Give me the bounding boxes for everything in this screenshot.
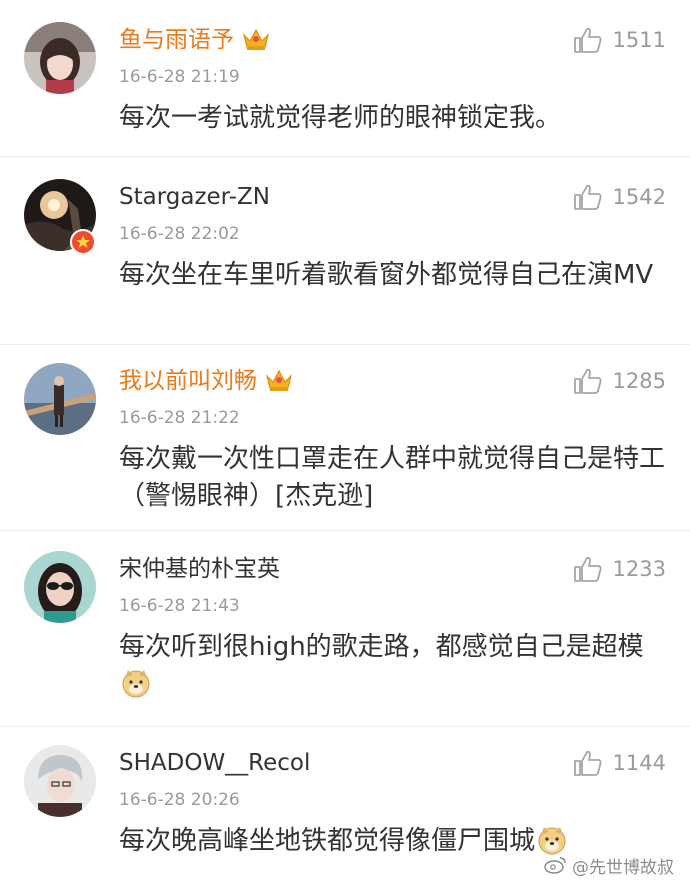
username-text[interactable]: 宋仲基的朴宝英: [119, 556, 280, 582]
comment-text: 每次坐在车里听着歌看窗外都觉得自己在演MV: [119, 260, 654, 290]
like-count: 1233: [612, 557, 666, 581]
username-text[interactable]: 鱼与雨语予: [119, 27, 234, 53]
avatar[interactable]: [24, 363, 96, 435]
comment-time: 16-6-28 21:43: [119, 596, 240, 616]
username[interactable]: 宋仲基的朴宝英: [119, 555, 280, 583]
avatar-boy-icon: [24, 745, 96, 817]
weibo-logo-icon: [544, 855, 568, 880]
list-item: 鱼与雨语予 16-6-28 21:19 每次一考试就觉得老师的眼神锁定我。 15…: [0, 0, 690, 157]
like-count: 1144: [612, 751, 666, 775]
like-count: 1285: [612, 369, 666, 393]
list-item: 宋仲基的朴宝英 16-6-28 21:43 每次听到很high的歌走路，都感觉自…: [0, 531, 690, 727]
comment-time: 16-6-28 20:26: [119, 790, 240, 810]
like-button[interactable]: 1285: [573, 367, 666, 395]
watermark: @先世博故叔: [544, 855, 674, 880]
list-item: Stargazer-ZN 16-6-28 22:02 每次坐在车里听着歌看窗外都…: [0, 157, 690, 345]
avatar[interactable]: [24, 745, 96, 817]
username[interactable]: Stargazer-ZN: [119, 183, 270, 211]
comment-text: 每次一考试就觉得老师的眼神锁定我。: [119, 103, 562, 133]
doge-emoji-icon: [121, 668, 151, 709]
username-text[interactable]: SHADOW__Recol: [119, 750, 310, 776]
username[interactable]: SHADOW__Recol: [119, 749, 310, 777]
comment-text-content: 每次听到很high的歌走路，都感觉自己是超模: [119, 632, 644, 662]
comment-text: 每次听到很high的歌走路，都感觉自己是超模: [119, 629, 675, 709]
username[interactable]: 鱼与雨语予: [119, 26, 270, 58]
like-button[interactable]: 1233: [573, 555, 666, 583]
watermark-text: @先世博故叔: [572, 857, 674, 878]
comment-text-content: 每次晚高峰坐地铁都觉得像僵尸围城: [119, 826, 536, 856]
comment-time: 16-6-28 22:02: [119, 224, 240, 244]
comment-time: 16-6-28 21:22: [119, 408, 240, 428]
vip-crown-icon: [242, 27, 270, 58]
avatar[interactable]: [24, 22, 96, 94]
username-text[interactable]: 我以前叫刘畅: [119, 368, 257, 394]
username-text[interactable]: Stargazer-ZN: [119, 184, 270, 210]
like-count: 1511: [612, 28, 666, 52]
like-button[interactable]: 1144: [573, 749, 666, 777]
avatar-sunglasses-icon: [24, 551, 96, 623]
username[interactable]: 我以前叫刘畅: [119, 367, 293, 399]
thumbs-up-icon: [573, 749, 603, 777]
verified-badge-icon: [70, 229, 96, 255]
avatar[interactable]: [24, 551, 96, 623]
avatar-bridge-icon: [24, 363, 96, 435]
comment-time: 16-6-28 21:19: [119, 67, 240, 87]
vip-crown-icon: [265, 368, 293, 399]
avatar-girl-icon: [24, 22, 96, 94]
thumbs-up-icon: [573, 367, 603, 395]
like-count: 1542: [612, 185, 666, 209]
like-button[interactable]: 1511: [573, 26, 666, 54]
thumbs-up-icon: [573, 555, 603, 583]
like-button[interactable]: 1542: [573, 183, 666, 211]
list-item: 我以前叫刘畅 16-6-28 21:22 每次戴一次性口罩走在人群中就觉得自己是…: [0, 345, 690, 531]
thumbs-up-icon: [573, 183, 603, 211]
thumbs-up-icon: [573, 26, 603, 54]
comment-text: 每次戴一次性口罩走在人群中就觉得自己是特工（警惕眼神）[杰克逊]: [119, 444, 666, 511]
comment-list: 鱼与雨语予 16-6-28 21:19 每次一考试就觉得老师的眼神锁定我。 15…: [0, 0, 690, 886]
